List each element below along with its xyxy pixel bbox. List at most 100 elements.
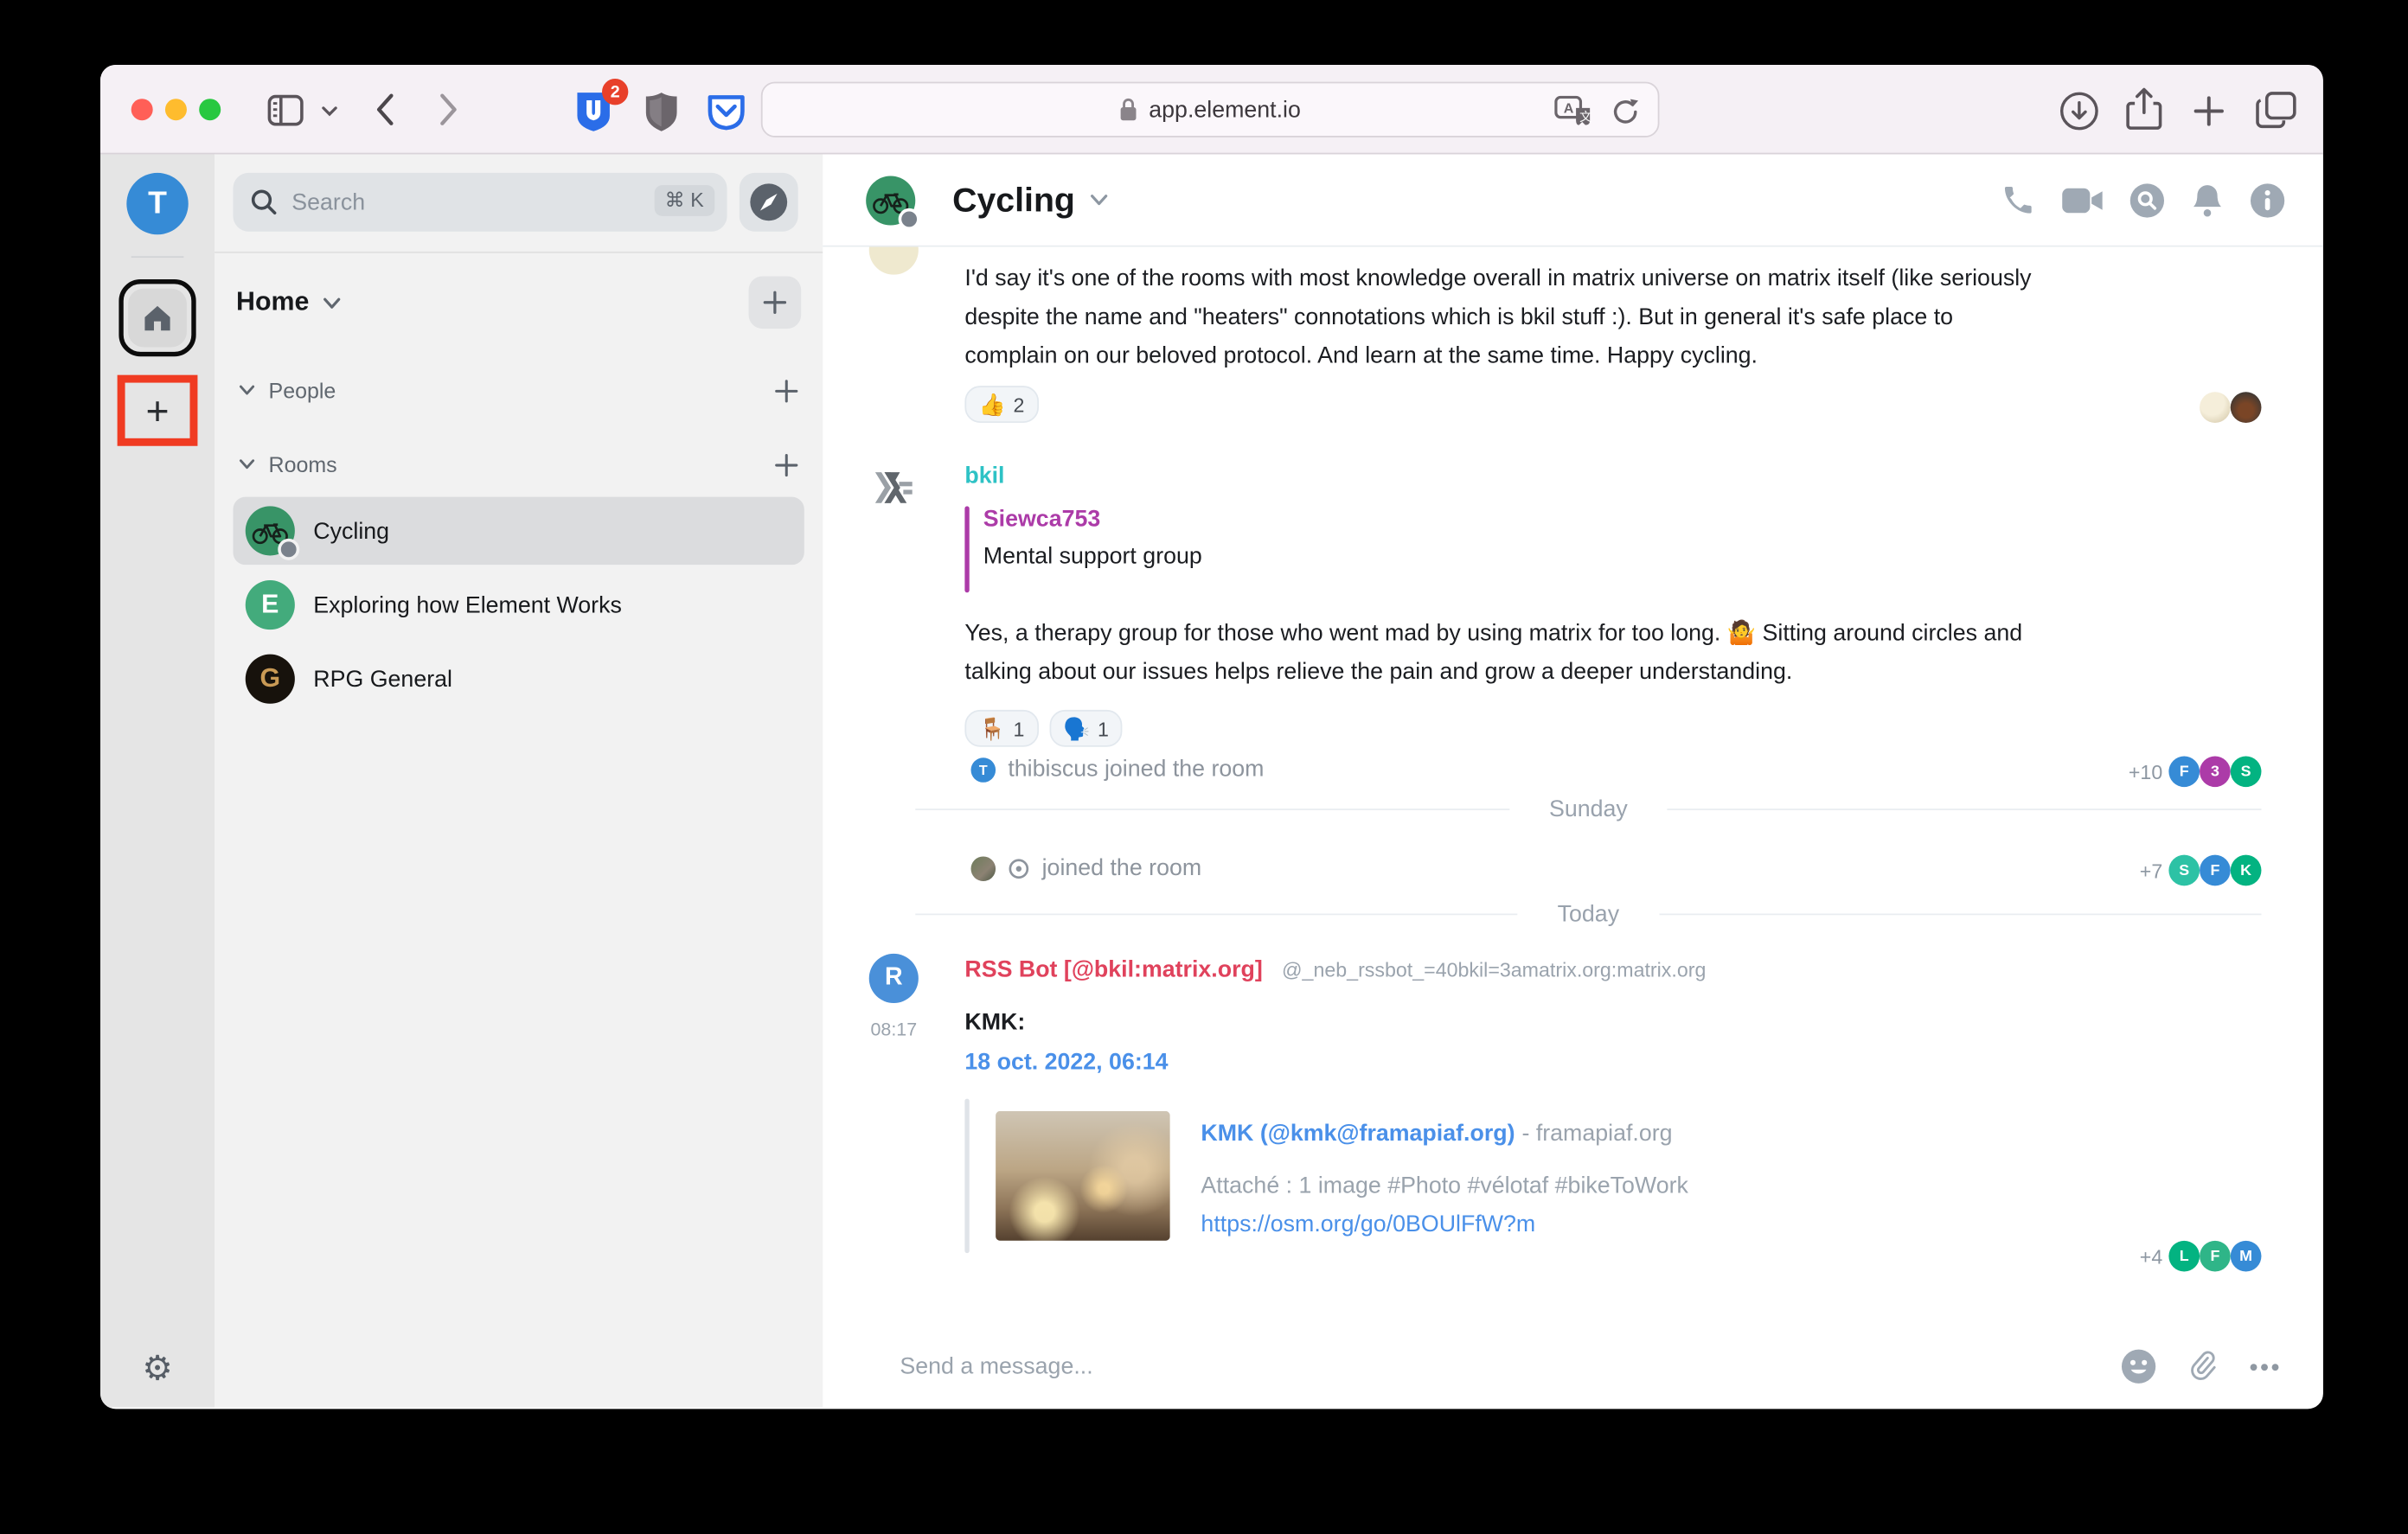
message-input[interactable] (900, 1353, 2090, 1379)
receipt-overflow: +7 (2140, 859, 2162, 882)
search-box: ⌘ K (233, 173, 727, 232)
new-tab-icon[interactable] (2193, 96, 2225, 127)
address-bar[interactable]: app.element.io A文 (761, 82, 1660, 137)
room-header: Cycling (823, 154, 2323, 246)
bkil-avatar[interactable] (869, 463, 919, 512)
more-options-icon[interactable] (2249, 1362, 2280, 1371)
sidebar-chevron-icon[interactable] (321, 105, 338, 117)
plus-icon (775, 453, 798, 476)
read-receipt-avatar[interactable]: F (2200, 855, 2231, 886)
read-receipt-avatar[interactable]: 3 (2200, 756, 2231, 787)
reaction-pill[interactable]: 🗣️ 1 (1049, 710, 1123, 747)
join-event: joined the room (971, 855, 1202, 881)
embed-source: - framapiaf.org (1521, 1121, 1672, 1147)
read-receipt-avatar[interactable]: S (2168, 855, 2200, 886)
room-header-avatar[interactable] (866, 176, 915, 225)
embed-thumbnail-image[interactable] (996, 1111, 1170, 1241)
read-receipt-avatar[interactable]: F (2168, 756, 2200, 787)
room-info-icon[interactable] (2249, 182, 2286, 219)
add-button[interactable] (749, 276, 802, 329)
date-divider: Today (915, 901, 2261, 927)
video-call-icon[interactable] (2060, 184, 2104, 215)
link-preview-card[interactable]: KMK (@kmk@framapiaf.org) - framapiaf.org… (964, 1099, 2003, 1253)
user-avatar[interactable]: T (126, 173, 188, 234)
room-title[interactable]: Cycling (952, 180, 1075, 220)
minimize-window-button[interactable] (165, 99, 187, 120)
event-avatar[interactable] (971, 856, 996, 881)
tab-overview-icon[interactable] (2255, 91, 2296, 130)
embed-title-link[interactable]: KMK (@kmk@framapiaf.org) (1201, 1121, 1515, 1147)
room-item-cycling[interactable]: Cycling (233, 497, 804, 566)
downloads-icon[interactable] (2059, 91, 2099, 131)
reaction-pill[interactable]: 👍 2 (964, 386, 1038, 423)
close-window-button[interactable] (131, 99, 153, 120)
embed-bar (964, 1099, 969, 1253)
translate-icon[interactable]: A文 (1554, 96, 1593, 127)
extension-pocket-icon[interactable] (706, 93, 747, 132)
chevron-down-icon (240, 384, 255, 396)
divider-line (1668, 809, 2261, 810)
message-timeline[interactable]: I'd say it's one of the rooms with most … (823, 247, 2323, 1326)
zoom-window-button[interactable] (199, 99, 221, 120)
room-item-rpg-general[interactable]: G RPG General (233, 645, 804, 713)
message-link[interactable]: 18 oct. 2022, 06:14 (964, 1050, 1168, 1076)
share-icon[interactable] (2125, 86, 2162, 133)
back-button[interactable] (375, 93, 395, 126)
notifications-bell-icon[interactable] (2190, 182, 2224, 219)
extension-darkshield-icon[interactable] (644, 91, 679, 132)
message-text: Yes, a therapy group for those who went … (964, 614, 2045, 691)
room-name: Exploring how Element Works (313, 591, 622, 617)
home-icon (128, 289, 187, 348)
read-receipt-avatar[interactable]: F (2200, 1241, 2231, 1272)
section-rooms[interactable]: Rooms (233, 448, 804, 482)
date-divider: Sunday (915, 796, 2261, 822)
read-receipt-avatar[interactable] (2200, 392, 2231, 423)
section-people[interactable]: People (233, 374, 804, 407)
sidebar-toggle-icon[interactable] (267, 94, 304, 126)
reaction-count: 1 (1013, 717, 1024, 740)
search-shortcut-badge: ⌘ K (654, 185, 714, 216)
add-people-button[interactable] (775, 379, 798, 402)
embed-url-link[interactable]: https://osm.org/go/0BOUlFfW?m (1201, 1211, 1535, 1237)
create-space-button-annotation: + (118, 375, 198, 446)
event-dot-icon (1008, 857, 1029, 879)
sender-row: RSS Bot [@bkil:matrix.org] @_neb_rssbot_… (964, 956, 1706, 984)
room-search-icon[interactable] (2129, 182, 2166, 219)
search-input[interactable] (233, 173, 727, 232)
receipt-overflow: +4 (2140, 1244, 2162, 1268)
rssbot-avatar[interactable]: R (869, 954, 919, 1003)
attachment-icon[interactable] (2187, 1349, 2219, 1384)
read-receipt-avatar[interactable]: K (2231, 855, 2262, 886)
emoji-icon[interactable] (2121, 1349, 2156, 1384)
space-header[interactable]: Home (233, 272, 804, 333)
home-space-button[interactable] (118, 279, 195, 356)
section-people-label: People (269, 378, 336, 403)
reply-quote[interactable]: Siewca753 Mental support group (964, 506, 1201, 592)
reload-icon[interactable] (1611, 97, 1639, 126)
room-item-exploring[interactable]: E Exploring how Element Works (233, 571, 804, 639)
room-list-panel: ⌘ K Home People (215, 154, 823, 1407)
read-receipts: +7 S F K (2140, 855, 2262, 886)
read-receipt-avatar[interactable]: M (2231, 1241, 2262, 1272)
reaction-pill[interactable]: 🪑 1 (964, 710, 1038, 747)
space-rail: T + ⚙ (100, 154, 215, 1407)
event-avatar[interactable]: T (971, 757, 996, 782)
sender-user-id: @_neb_rssbot_=40bkil=3amatrix.org:matrix… (1282, 958, 1706, 981)
quoted-sender[interactable]: Siewca753 (983, 506, 1202, 532)
explore-rooms-button[interactable] (740, 173, 798, 232)
public-room-badge (278, 539, 299, 560)
read-receipt-avatar[interactable]: S (2231, 756, 2262, 787)
chevron-down-icon (1091, 193, 1109, 207)
room-list-divider (215, 252, 823, 253)
extension-shield-icon[interactable]: 2 (573, 90, 614, 135)
sender-name[interactable]: bkil (964, 463, 1004, 489)
read-receipt-avatar[interactable]: L (2168, 1241, 2200, 1272)
forward-button[interactable] (439, 93, 458, 126)
reactions-row: 🪑 1 🗣️ 1 (964, 710, 1123, 747)
add-room-button[interactable] (775, 453, 798, 476)
read-receipt-avatar[interactable] (2231, 392, 2262, 423)
quick-settings-gear-icon[interactable]: ⚙ (100, 1349, 215, 1389)
sender-name[interactable]: RSS Bot [@bkil:matrix.org] (964, 956, 1262, 982)
voice-call-icon[interactable] (1999, 182, 2036, 219)
create-space-button[interactable]: + (145, 391, 169, 431)
